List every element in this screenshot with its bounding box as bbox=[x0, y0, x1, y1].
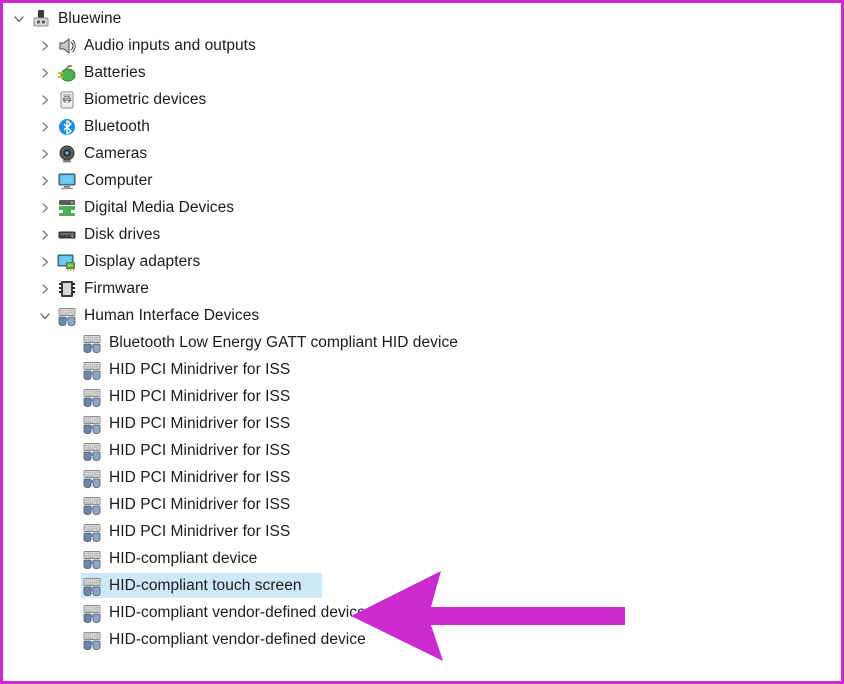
tree-item-label: Cameras bbox=[84, 145, 148, 162]
fingerprint-scanner-icon bbox=[56, 89, 78, 111]
bluetooth-icon bbox=[56, 116, 78, 138]
hid-keyboard-mouse-icon bbox=[81, 359, 103, 381]
tree-item-label: HID-compliant device bbox=[109, 550, 258, 567]
tree-item[interactable]: Cameras bbox=[3, 140, 841, 167]
chevron-down-icon[interactable] bbox=[34, 302, 56, 329]
tree-item-label: Computer bbox=[84, 172, 153, 189]
tree-item[interactable]: Audio inputs and outputs bbox=[3, 32, 841, 59]
hid-keyboard-mouse-icon bbox=[81, 467, 103, 489]
tree-item[interactable]: Computer bbox=[3, 167, 841, 194]
tree-item-label: Audio inputs and outputs bbox=[84, 37, 256, 54]
hid-keyboard-mouse-icon bbox=[81, 629, 103, 651]
tree-item[interactable]: HID PCI Minidriver for ISS bbox=[3, 491, 841, 518]
display-adapter-icon bbox=[56, 251, 78, 273]
tree-item[interactable]: Bluetooth bbox=[3, 113, 841, 140]
computer-tower-icon bbox=[30, 8, 52, 30]
tree-item-label: HID-compliant vendor-defined device bbox=[109, 604, 366, 621]
tree-item-label: Batteries bbox=[84, 64, 146, 81]
chevron-down-icon[interactable] bbox=[8, 5, 30, 32]
chevron-right-icon[interactable] bbox=[34, 32, 56, 59]
tree-item-label: Digital Media Devices bbox=[84, 199, 235, 216]
hid-keyboard-mouse-icon bbox=[81, 440, 103, 462]
hid-keyboard-mouse-icon bbox=[56, 305, 78, 327]
tree-item[interactable]: HID PCI Minidriver for ISS bbox=[3, 383, 841, 410]
speaker-icon bbox=[56, 35, 78, 57]
tree-item[interactable]: Bluewine bbox=[3, 5, 841, 32]
tree-item[interactable]: Disk drives bbox=[3, 221, 841, 248]
media-device-icon bbox=[56, 197, 78, 219]
tree-item-label: HID-compliant touch screen bbox=[109, 577, 302, 594]
tree-item-label: Display adapters bbox=[84, 253, 201, 270]
tree-item[interactable]: HID PCI Minidriver for ISS bbox=[3, 356, 841, 383]
chevron-right-icon[interactable] bbox=[34, 86, 56, 113]
chevron-right-icon[interactable] bbox=[34, 113, 56, 140]
tree-item-label: HID PCI Minidriver for ISS bbox=[109, 469, 291, 486]
chevron-right-icon[interactable] bbox=[34, 167, 56, 194]
chevron-right-icon[interactable] bbox=[34, 140, 56, 167]
tree-item[interactable]: HID PCI Minidriver for ISS bbox=[3, 518, 841, 545]
tree-item[interactable]: HID-compliant vendor-defined device bbox=[3, 626, 841, 653]
tree-item[interactable]: Batteries bbox=[3, 59, 841, 86]
tree-item[interactable]: HID-compliant vendor-defined device bbox=[3, 599, 841, 626]
tree-item-selected[interactable]: HID-compliant touch screen bbox=[3, 572, 841, 599]
hid-keyboard-mouse-icon bbox=[81, 332, 103, 354]
tree-item[interactable]: Biometric devices bbox=[3, 86, 841, 113]
tree-item-label: HID PCI Minidriver for ISS bbox=[109, 361, 291, 378]
tree-item-label: Bluetooth Low Energy GATT compliant HID … bbox=[109, 334, 458, 351]
tree-item-label: HID PCI Minidriver for ISS bbox=[109, 415, 291, 432]
tree-item-label: HID PCI Minidriver for ISS bbox=[109, 388, 291, 405]
tree-item-label: Biometric devices bbox=[84, 91, 207, 108]
tree-item[interactable]: HID PCI Minidriver for ISS bbox=[3, 437, 841, 464]
chevron-right-icon[interactable] bbox=[34, 248, 56, 275]
tree-item[interactable]: Bluetooth Low Energy GATT compliant HID … bbox=[3, 329, 841, 356]
chevron-right-icon[interactable] bbox=[34, 194, 56, 221]
tree-item[interactable]: Human Interface Devices bbox=[3, 302, 841, 329]
tree-item[interactable]: Display adapters bbox=[3, 248, 841, 275]
monitor-icon bbox=[56, 170, 78, 192]
hid-keyboard-mouse-icon bbox=[81, 521, 103, 543]
battery-icon bbox=[56, 62, 78, 84]
hid-keyboard-mouse-icon bbox=[81, 386, 103, 408]
tree-item[interactable]: HID PCI Minidriver for ISS bbox=[3, 410, 841, 437]
tree-item-label: HID PCI Minidriver for ISS bbox=[109, 523, 291, 540]
tree-item[interactable]: HID PCI Minidriver for ISS bbox=[3, 464, 841, 491]
tree-item[interactable]: Firmware bbox=[3, 275, 841, 302]
hid-keyboard-mouse-icon bbox=[81, 548, 103, 570]
tree-item[interactable]: HID-compliant device bbox=[3, 545, 841, 572]
hid-keyboard-mouse-icon bbox=[81, 602, 103, 624]
device-manager-window: Bluewine Audio inputs and outputs Batterie… bbox=[0, 0, 844, 684]
hid-keyboard-mouse-icon bbox=[81, 413, 103, 435]
tree-item-label: HID PCI Minidriver for ISS bbox=[109, 442, 291, 459]
tree-item-label: Human Interface Devices bbox=[84, 307, 260, 324]
tree-item-label: Bluetooth bbox=[84, 118, 150, 135]
tree-item-label: Firmware bbox=[84, 280, 149, 297]
chevron-right-icon[interactable] bbox=[34, 275, 56, 302]
tree-item-label: HID-compliant vendor-defined device bbox=[109, 631, 366, 648]
firmware-chip-icon bbox=[56, 278, 78, 300]
chevron-right-icon[interactable] bbox=[34, 59, 56, 86]
tree-item-label: HID PCI Minidriver for ISS bbox=[109, 496, 291, 513]
hid-keyboard-mouse-icon bbox=[81, 494, 103, 516]
camera-icon bbox=[56, 143, 78, 165]
tree-item[interactable]: Digital Media Devices bbox=[3, 194, 841, 221]
tree-item-label: Disk drives bbox=[84, 226, 161, 243]
tree-item-label: Bluewine bbox=[58, 10, 122, 27]
disk-drive-icon bbox=[56, 224, 78, 246]
device-tree[interactable]: Bluewine Audio inputs and outputs Batterie… bbox=[3, 3, 841, 653]
hid-keyboard-mouse-icon bbox=[81, 575, 103, 597]
chevron-right-icon[interactable] bbox=[34, 221, 56, 248]
